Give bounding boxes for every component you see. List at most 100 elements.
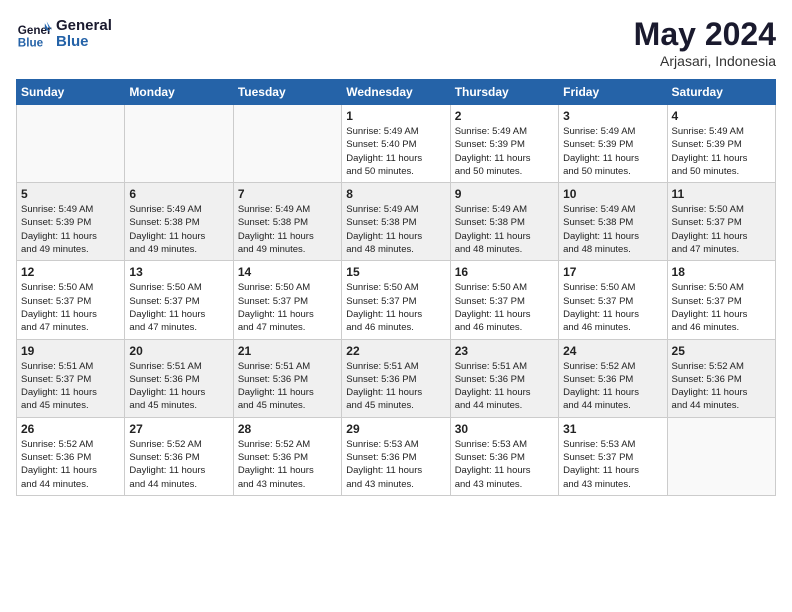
calendar-cell: 15 Sunrise: 5:50 AM Sunset: 5:37 PM Dayli…	[342, 261, 450, 339]
day-number: 22	[346, 344, 445, 358]
calendar-cell: 4 Sunrise: 5:49 AM Sunset: 5:39 PM Daylig…	[667, 105, 775, 183]
day-info: Sunrise: 5:51 AM Sunset: 5:36 PM Dayligh…	[455, 360, 554, 413]
weekday-header-friday: Friday	[559, 80, 667, 105]
calendar-cell: 29Sunrise: 5:53 AM Sunset: 5:36 PM Dayli…	[342, 417, 450, 495]
calendar-cell: 18 Sunrise: 5:50 AM Sunset: 5:37 PM Dayli…	[667, 261, 775, 339]
day-info: Sunrise: 5:53 AM Sunset: 5:37 PM Dayligh…	[563, 438, 662, 491]
calendar-week-row: 5 Sunrise: 5:49 AM Sunset: 5:39 PM Daylig…	[17, 183, 776, 261]
calendar-week-row: 19 Sunrise: 5:51 AM Sunset: 5:37 PM Dayli…	[17, 339, 776, 417]
weekday-header-tuesday: Tuesday	[233, 80, 341, 105]
calendar-cell: 25Sunrise: 5:52 AM Sunset: 5:36 PM Dayli…	[667, 339, 775, 417]
day-info: Sunrise: 5:53 AM Sunset: 5:36 PM Dayligh…	[346, 438, 445, 491]
day-info: Sunrise: 5:50 AM Sunset: 5:37 PM Dayligh…	[129, 281, 228, 334]
calendar-table: SundayMondayTuesdayWednesdayThursdayFrid…	[16, 79, 776, 496]
calendar-cell: 14 Sunrise: 5:50 AM Sunset: 5:37 PM Dayli…	[233, 261, 341, 339]
day-info: Sunrise: 5:49 AM Sunset: 5:40 PM Dayligh…	[346, 125, 445, 178]
day-info: Sunrise: 5:49 AM Sunset: 5:39 PM Dayligh…	[672, 125, 771, 178]
calendar-cell: 2Sunrise: 5:49 AM Sunset: 5:39 PM Daylig…	[450, 105, 558, 183]
month-title: May 2024	[634, 16, 776, 53]
calendar-week-row: 1 Sunrise: 5:49 AM Sunset: 5:40 PM Daylig…	[17, 105, 776, 183]
day-number: 14	[238, 265, 337, 279]
day-info: Sunrise: 5:51 AM Sunset: 5:36 PM Dayligh…	[238, 360, 337, 413]
day-info: Sunrise: 5:52 AM Sunset: 5:36 PM Dayligh…	[563, 360, 662, 413]
calendar-cell	[233, 105, 341, 183]
logo-icon: General Blue	[16, 16, 52, 52]
day-info: Sunrise: 5:50 AM Sunset: 5:37 PM Dayligh…	[563, 281, 662, 334]
day-info: Sunrise: 5:49 AM Sunset: 5:38 PM Dayligh…	[238, 203, 337, 256]
calendar-cell: 23 Sunrise: 5:51 AM Sunset: 5:36 PM Dayli…	[450, 339, 558, 417]
day-info: Sunrise: 5:49 AM Sunset: 5:38 PM Dayligh…	[129, 203, 228, 256]
weekday-header-row: SundayMondayTuesdayWednesdayThursdayFrid…	[17, 80, 776, 105]
location: Arjasari, Indonesia	[634, 53, 776, 69]
weekday-header-wednesday: Wednesday	[342, 80, 450, 105]
day-info: Sunrise: 5:51 AM Sunset: 5:36 PM Dayligh…	[129, 360, 228, 413]
title-block: May 2024 Arjasari, Indonesia	[634, 16, 776, 69]
day-info: Sunrise: 5:50 AM Sunset: 5:37 PM Dayligh…	[672, 281, 771, 334]
day-info: Sunrise: 5:52 AM Sunset: 5:36 PM Dayligh…	[21, 438, 120, 491]
day-number: 13	[129, 265, 228, 279]
weekday-header-sunday: Sunday	[17, 80, 125, 105]
calendar-cell: 20Sunrise: 5:51 AM Sunset: 5:36 PM Dayli…	[125, 339, 233, 417]
weekday-header-saturday: Saturday	[667, 80, 775, 105]
day-info: Sunrise: 5:49 AM Sunset: 5:38 PM Dayligh…	[346, 203, 445, 256]
day-number: 21	[238, 344, 337, 358]
day-info: Sunrise: 5:52 AM Sunset: 5:36 PM Dayligh…	[129, 438, 228, 491]
day-number: 16	[455, 265, 554, 279]
day-info: Sunrise: 5:49 AM Sunset: 5:39 PM Dayligh…	[21, 203, 120, 256]
day-info: Sunrise: 5:49 AM Sunset: 5:38 PM Dayligh…	[563, 203, 662, 256]
calendar-cell: 12Sunrise: 5:50 AM Sunset: 5:37 PM Dayli…	[17, 261, 125, 339]
logo-general: General	[56, 18, 112, 35]
day-number: 24	[563, 344, 662, 358]
day-number: 7	[238, 187, 337, 201]
day-number: 23	[455, 344, 554, 358]
logo: General Blue General Blue	[16, 16, 112, 52]
calendar-cell	[17, 105, 125, 183]
day-number: 30	[455, 422, 554, 436]
day-info: Sunrise: 5:50 AM Sunset: 5:37 PM Dayligh…	[238, 281, 337, 334]
calendar-cell: 5 Sunrise: 5:49 AM Sunset: 5:39 PM Daylig…	[17, 183, 125, 261]
day-number: 15	[346, 265, 445, 279]
calendar-cell: 16Sunrise: 5:50 AM Sunset: 5:37 PM Dayli…	[450, 261, 558, 339]
calendar-cell: 17 Sunrise: 5:50 AM Sunset: 5:37 PM Dayli…	[559, 261, 667, 339]
day-number: 11	[672, 187, 771, 201]
calendar-cell: 22 Sunrise: 5:51 AM Sunset: 5:36 PM Dayli…	[342, 339, 450, 417]
day-number: 10	[563, 187, 662, 201]
day-info: Sunrise: 5:51 AM Sunset: 5:36 PM Dayligh…	[346, 360, 445, 413]
calendar-cell: 24 Sunrise: 5:52 AM Sunset: 5:36 PM Dayli…	[559, 339, 667, 417]
day-info: Sunrise: 5:51 AM Sunset: 5:37 PM Dayligh…	[21, 360, 120, 413]
day-number: 1	[346, 109, 445, 123]
calendar-cell	[667, 417, 775, 495]
day-info: Sunrise: 5:50 AM Sunset: 5:37 PM Dayligh…	[346, 281, 445, 334]
calendar-cell: 28 Sunrise: 5:52 AM Sunset: 5:36 PM Dayli…	[233, 417, 341, 495]
calendar-cell: 30Sunrise: 5:53 AM Sunset: 5:36 PM Dayli…	[450, 417, 558, 495]
calendar-cell: 26 Sunrise: 5:52 AM Sunset: 5:36 PM Dayli…	[17, 417, 125, 495]
calendar-cell	[125, 105, 233, 183]
calendar-cell: 21 Sunrise: 5:51 AM Sunset: 5:36 PM Dayli…	[233, 339, 341, 417]
day-info: Sunrise: 5:50 AM Sunset: 5:37 PM Dayligh…	[672, 203, 771, 256]
calendar-cell: 11 Sunrise: 5:50 AM Sunset: 5:37 PM Dayli…	[667, 183, 775, 261]
calendar-cell: 13 Sunrise: 5:50 AM Sunset: 5:37 PM Dayli…	[125, 261, 233, 339]
calendar-cell: 27 Sunrise: 5:52 AM Sunset: 5:36 PM Dayli…	[125, 417, 233, 495]
day-number: 3	[563, 109, 662, 123]
page-header: General Blue General Blue May 2024 Arjas…	[16, 16, 776, 69]
day-number: 28	[238, 422, 337, 436]
calendar-cell: 6Sunrise: 5:49 AM Sunset: 5:38 PM Daylig…	[125, 183, 233, 261]
calendar-week-row: 12Sunrise: 5:50 AM Sunset: 5:37 PM Dayli…	[17, 261, 776, 339]
day-number: 25	[672, 344, 771, 358]
day-info: Sunrise: 5:49 AM Sunset: 5:39 PM Dayligh…	[563, 125, 662, 178]
weekday-header-monday: Monday	[125, 80, 233, 105]
day-number: 17	[563, 265, 662, 279]
day-number: 18	[672, 265, 771, 279]
day-number: 26	[21, 422, 120, 436]
calendar-cell: 9 Sunrise: 5:49 AM Sunset: 5:38 PM Daylig…	[450, 183, 558, 261]
day-number: 5	[21, 187, 120, 201]
day-number: 19	[21, 344, 120, 358]
day-info: Sunrise: 5:49 AM Sunset: 5:38 PM Dayligh…	[455, 203, 554, 256]
day-number: 4	[672, 109, 771, 123]
calendar-cell: 1 Sunrise: 5:49 AM Sunset: 5:40 PM Daylig…	[342, 105, 450, 183]
day-info: Sunrise: 5:52 AM Sunset: 5:36 PM Dayligh…	[238, 438, 337, 491]
day-info: Sunrise: 5:50 AM Sunset: 5:37 PM Dayligh…	[21, 281, 120, 334]
day-number: 27	[129, 422, 228, 436]
day-number: 9	[455, 187, 554, 201]
svg-text:General: General	[18, 24, 52, 37]
